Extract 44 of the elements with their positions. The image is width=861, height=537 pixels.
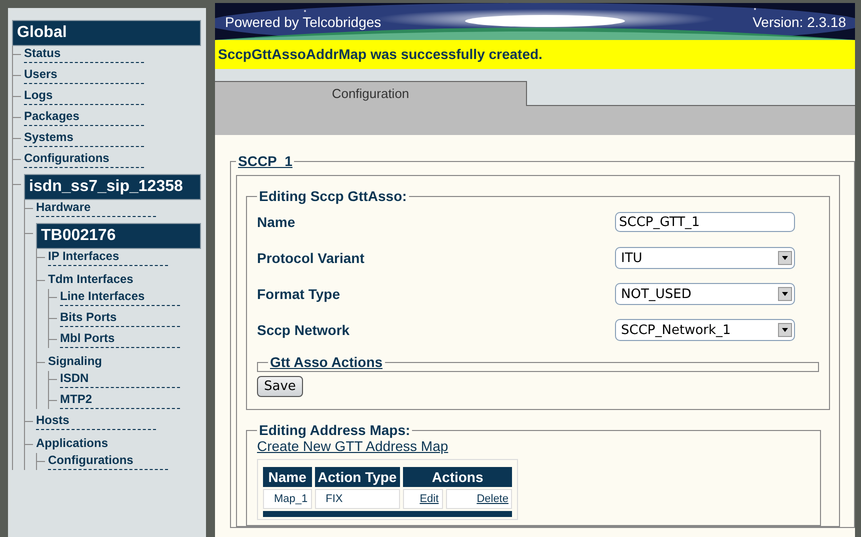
nav-link[interactable]: Status (24, 46, 144, 63)
text-field[interactable]: SCCP_GTT_1 (615, 212, 795, 232)
nav-link[interactable]: Mbl Ports (60, 331, 180, 348)
dropdown[interactable]: SCCP_Network_1 (615, 319, 795, 341)
nav-link[interactable]: Bits Ports (60, 310, 180, 327)
form-title: Editing Sccp GttAsso: (258, 188, 408, 204)
table-cell: Map_1 (263, 489, 312, 509)
nav-link[interactable]: Hardware (36, 200, 156, 217)
nav-link[interactable]: Hosts (36, 413, 156, 430)
success-message: SccpGttAssoAddrMap was successfully created. (215, 40, 855, 69)
tree-group-label: Applications (36, 436, 110, 450)
nav-link[interactable]: Systems (24, 130, 144, 147)
tab[interactable]: Configuration (215, 81, 527, 106)
maps-title: Editing Address Maps: (258, 422, 412, 438)
field-label: Format Type (257, 286, 340, 302)
nav-link[interactable]: Users (24, 67, 144, 84)
column-header: Actions (402, 467, 512, 487)
save-button[interactable]: Save (257, 376, 303, 397)
dropdown[interactable]: NOT_USED (615, 283, 795, 305)
table-cell: FIX (314, 489, 400, 509)
field-label: Sccp Network (257, 322, 350, 338)
field-label: Name (257, 214, 296, 230)
nav-link[interactable]: MTP2 (60, 392, 180, 409)
tree-section-header[interactable]: TB002176 (36, 223, 201, 249)
nav-link[interactable]: IP Interfaces (48, 249, 168, 266)
actions-title: Gtt Asso Actions (269, 354, 384, 370)
section-title: SCCP_1 (237, 153, 294, 169)
nav-link[interactable]: ISDN (60, 371, 180, 388)
powered-by-text: Powered by Telcobridges (225, 14, 382, 30)
nav-link[interactable]: Logs (24, 88, 144, 105)
column-header: Name (263, 467, 312, 487)
dropdown[interactable]: ITU (615, 247, 795, 269)
create-link[interactable]: Create New GTT Address Map (257, 438, 448, 454)
nav-link[interactable]: Configurations (48, 453, 168, 470)
version-text: Version: 2.3.18 (752, 14, 846, 30)
nav-link[interactable]: Packages (24, 109, 144, 126)
tree-section-header[interactable]: isdn_ss7_sip_12358 (24, 174, 201, 200)
field-label: Protocol Variant (257, 250, 364, 266)
tree-section-header[interactable]: Global (12, 20, 201, 46)
tree-group-label: Signaling (48, 354, 103, 368)
nav-link[interactable]: Line Interfaces (60, 289, 180, 306)
tree-group-label: Tdm Interfaces (48, 272, 134, 286)
nav-link[interactable]: Configurations (24, 151, 144, 168)
column-header: Action Type (314, 467, 400, 487)
